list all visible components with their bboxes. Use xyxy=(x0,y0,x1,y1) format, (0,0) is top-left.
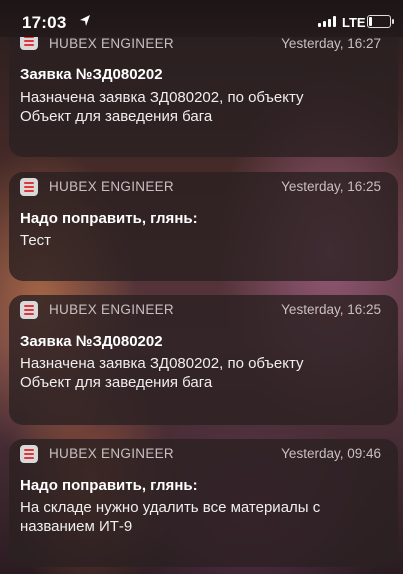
signal-icon xyxy=(318,16,338,27)
location-arrow-icon xyxy=(80,15,90,26)
notification-header: HUBEX ENGINEER Yesterday, 16:25 xyxy=(9,295,398,319)
hubex-app-icon xyxy=(20,445,38,463)
network-type: LTE xyxy=(342,15,366,30)
hubex-app-icon xyxy=(20,301,38,319)
notification-card[interactable]: HUBEX ENGINEER Yesterday, 16:25 Надо поп… xyxy=(9,172,398,281)
notification-title: Надо поправить, глянь: xyxy=(20,477,198,494)
notification-header: HUBEX ENGINEER Yesterday, 16:25 xyxy=(9,172,398,196)
status-time: 17:03 xyxy=(22,13,67,32)
notification-time: Yesterday, 16:25 xyxy=(281,302,381,317)
notification-header: HUBEX ENGINEER Yesterday, 09:46 xyxy=(9,439,398,463)
app-name: HUBEX ENGINEER xyxy=(49,179,174,194)
notification-time: Yesterday, 09:46 xyxy=(281,446,381,461)
notification-card[interactable]: HUBEX ENGINEER Yesterday, 16:25 Заявка №… xyxy=(9,295,398,425)
notification-card[interactable]: HUBEX ENGINEER Yesterday, 09:46 Надо поп… xyxy=(9,439,398,567)
notification-title: Заявка №ЗД080202 xyxy=(20,333,163,350)
battery-icon xyxy=(367,15,394,28)
notification-body: На складе нужно удалить все материалы с … xyxy=(20,498,386,536)
notification-body: Назначена заявка ЗД080202, по объекту Об… xyxy=(20,88,386,126)
notification-body: Назначена заявка ЗД080202, по объекту Об… xyxy=(20,354,386,392)
hubex-app-icon xyxy=(20,178,38,196)
notification-line: Назначена заявка ЗД080202, по объекту xyxy=(20,355,304,372)
notification-body: Тест xyxy=(20,231,386,250)
notification-line: Объект для заведения бага xyxy=(20,374,213,391)
notification-title: Заявка №ЗД080202 xyxy=(20,66,163,83)
notification-title: Надо поправить, глянь: xyxy=(20,210,198,227)
notification-line: На складе нужно удалить все материалы с xyxy=(20,499,321,516)
notification-line: Тест xyxy=(20,232,52,249)
notification-line: названием ИТ-9 xyxy=(20,518,133,535)
app-name: HUBEX ENGINEER xyxy=(49,302,174,317)
notification-line: Назначена заявка ЗД080202, по объекту xyxy=(20,89,304,106)
notification-line: Объект для заведения бага xyxy=(20,108,213,125)
notification-time: Yesterday, 16:25 xyxy=(281,179,381,194)
status-bar: 17:03 LTE xyxy=(0,0,403,44)
app-name: HUBEX ENGINEER xyxy=(49,446,174,461)
